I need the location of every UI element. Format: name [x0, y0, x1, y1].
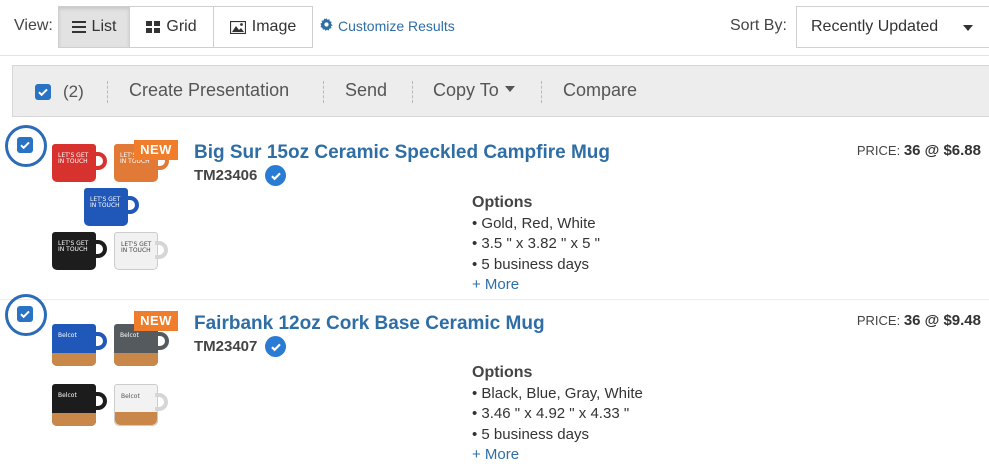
divider [412, 81, 413, 103]
product-title-link[interactable]: Big Sur 15oz Ceramic Speckled Campfire M… [194, 142, 610, 164]
product-options: Options • Black, Blue, Gray, White • 3.4… [472, 363, 643, 464]
option-colors: • Black, Blue, Gray, White [472, 384, 643, 402]
white-mug-image: LET'S GET IN TOUCH [114, 232, 168, 270]
verified-check-icon [265, 165, 287, 186]
view-grid-label: Grid [166, 18, 197, 35]
product-checkbox[interactable] [17, 137, 33, 153]
view-grid-button[interactable]: Grid [129, 6, 214, 48]
price-value: 36 @ $6.88 [903, 142, 981, 159]
bulk-action-bar: (2) Create Presentation Send Copy To Com… [12, 65, 989, 117]
product-options: Options • Gold, Red, White • 3.5 " x 3.8… [472, 193, 600, 296]
option-production-time: • 5 business days [472, 255, 589, 273]
product-select-ring [5, 125, 47, 167]
product-price: PRICE: 36 @ $9.48 [857, 312, 981, 329]
view-toolbar: View: List Grid Image Customize Results … [0, 0, 989, 56]
more-options-link[interactable]: + More [472, 445, 643, 464]
option-size: • 3.46 " x 4.92 " x 4.33 " [472, 405, 630, 422]
product-price: PRICE: 36 @ $6.88 [857, 142, 981, 159]
sort-label: Sort By: [730, 17, 787, 34]
option-size: • 3.5 " x 3.82 " x 5 " [472, 235, 600, 252]
caret-down-icon [963, 25, 973, 31]
send-button[interactable]: Send [345, 80, 387, 101]
new-badge: NEW [134, 311, 178, 331]
divider [107, 81, 108, 103]
divider [323, 81, 324, 103]
option-colors: • Gold, Red, White [472, 214, 596, 232]
view-list-label: List [91, 18, 117, 35]
options-title: Options [472, 364, 533, 381]
price-value: 36 @ $9.48 [903, 312, 981, 329]
product-row: LET'S GET IN TOUCH LET'S GET IN TOUCH LE… [0, 123, 989, 300]
checkmark-icon [20, 141, 30, 150]
sort-value: Recently Updated [811, 18, 939, 35]
checkmark-icon [20, 310, 30, 319]
price-label: PRICE: [856, 313, 901, 328]
customize-results-link[interactable]: Customize Results [320, 18, 455, 34]
copy-to-button[interactable]: Copy To [433, 80, 515, 101]
blue-cork-mug-image: Belcot [52, 324, 107, 366]
view-label: View: [14, 17, 53, 34]
red-mug-image: LET'S GET IN TOUCH [52, 144, 107, 182]
product-title-link[interactable]: Fairbank 12oz Cork Base Ceramic Mug [194, 313, 545, 335]
view-image-button[interactable]: Image [213, 6, 313, 48]
white-cork-mug-image: Belcot [114, 384, 168, 426]
customize-results-label: Customize Results [338, 18, 455, 34]
view-list-button[interactable]: List [58, 6, 130, 48]
new-badge: NEW [134, 140, 178, 160]
image-icon [229, 20, 246, 34]
divider [541, 81, 542, 103]
copy-to-label: Copy To [433, 80, 499, 100]
caret-down-icon [504, 86, 515, 93]
black-mug-image: LET'S GET IN TOUCH [52, 232, 107, 270]
compare-button[interactable]: Compare [563, 80, 637, 101]
option-production-time: • 5 business days [472, 425, 589, 443]
checkmark-icon [38, 88, 48, 97]
product-code: TM23407 [194, 336, 287, 357]
selected-count: (2) [63, 82, 84, 101]
product-code-text: TM23407 [194, 338, 258, 355]
select-all-checkbox[interactable] [35, 84, 51, 100]
price-label: PRICE: [856, 143, 901, 158]
view-image-label: Image [251, 18, 297, 35]
grid-icon [146, 21, 161, 33]
create-presentation-button[interactable]: Create Presentation [129, 80, 289, 101]
verified-check-icon [265, 336, 287, 357]
list-icon [71, 21, 86, 33]
product-thumbnail[interactable]: LET'S GET IN TOUCH LET'S GET IN TOUCH LE… [48, 142, 183, 287]
product-thumbnail[interactable]: Belcot Belcot Belcot Belcot [48, 320, 183, 464]
sort-select[interactable]: Recently Updated [796, 6, 989, 48]
product-checkbox[interactable] [17, 306, 33, 322]
product-code-text: TM23406 [194, 167, 258, 184]
product-row: Belcot Belcot Belcot Belcot NEW Fairbank… [0, 292, 989, 464]
black-cork-mug-image: Belcot [52, 384, 107, 426]
gear-icon [320, 18, 333, 34]
blue-mug-image: LET'S GET IN TOUCH [84, 188, 139, 226]
product-code: TM23406 [194, 165, 287, 186]
options-title: Options [472, 194, 533, 211]
product-select-ring [5, 294, 47, 336]
